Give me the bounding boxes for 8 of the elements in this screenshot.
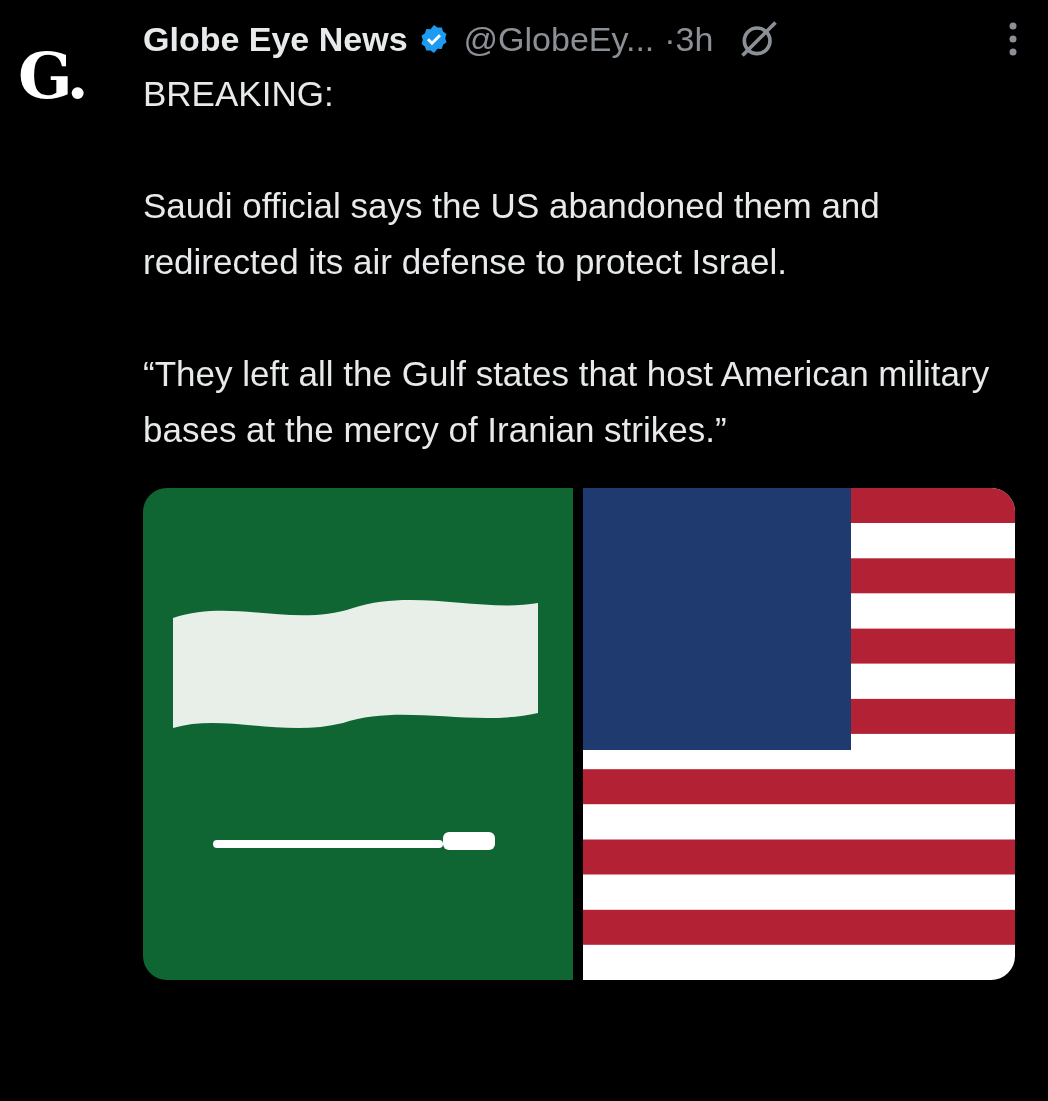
post-text: Saudi official says the US abandoned them and redirected its air defense to protect Israel.: [143, 185, 881, 283]
more-options-icon[interactable]: [1008, 21, 1018, 57]
post-text: BREAKING:: [143, 73, 335, 115]
post-time[interactable]: ·3h: [664, 19, 714, 59]
avatar-logo[interactable]: G.: [18, 14, 123, 1101]
post-text: “They left all the Gulf states that host American military bases at the mercy of Iranian strikes.”: [143, 353, 991, 451]
author-handle[interactable]: @GlobeEy...: [463, 19, 655, 59]
author-name[interactable]: Globe Eye News: [143, 19, 408, 59]
